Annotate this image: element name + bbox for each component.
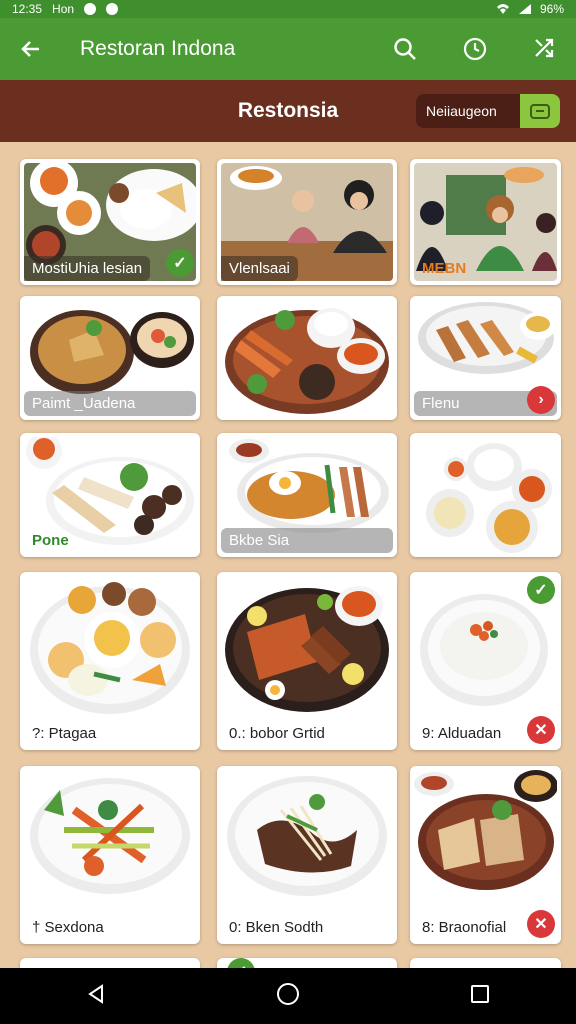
signal-icon xyxy=(518,4,531,14)
notification-icon xyxy=(106,3,119,15)
search-icon[interactable] xyxy=(390,34,420,64)
menu-card[interactable]: Vlenlsaai xyxy=(217,159,397,285)
app-bar: Restoran Indona xyxy=(0,18,576,80)
card-title: 9: Alduadan xyxy=(422,725,502,742)
menu-card[interactable]: ✓ xyxy=(217,958,397,968)
chevron-right-icon[interactable]: › xyxy=(527,386,555,414)
system-nav-bar xyxy=(0,968,576,1024)
menu-card[interactable]: 0.: bobor Grtid xyxy=(217,572,397,750)
menu-card[interactable]: MEBN xyxy=(410,159,561,285)
status-bar: 12:35 Hon 96% xyxy=(0,0,576,18)
menu-card[interactable]: Bkbe Sia xyxy=(217,433,397,557)
notification-icon xyxy=(84,3,97,15)
menu-card[interactable] xyxy=(20,958,200,968)
food-image xyxy=(221,300,393,416)
status-time: 12:35 xyxy=(12,2,43,16)
check-icon[interactable]: ✓ xyxy=(227,958,255,968)
menu-card[interactable]: † Sexdona xyxy=(20,766,200,944)
card-title: Paimt _Uadena xyxy=(24,391,196,416)
card-title: 0.: bobor Grtid xyxy=(229,725,325,742)
restaurant-banner: Restonsia Neiiaugeon xyxy=(0,80,576,142)
card-title: Pone xyxy=(32,532,69,549)
check-icon[interactable]: ✓ xyxy=(166,249,194,277)
language-toggle[interactable]: Neiiaugeon xyxy=(416,94,560,128)
back-arrow-icon[interactable] xyxy=(16,34,46,64)
status-carrier: Hon xyxy=(52,2,75,16)
battery-text: 96% xyxy=(539,2,564,16)
wifi-icon xyxy=(496,4,509,14)
close-icon[interactable]: ✕ xyxy=(527,910,555,938)
menu-card[interactable]: 0: Bken Sodth xyxy=(217,766,397,944)
card-title: 8: Braonofial xyxy=(422,919,507,936)
language-label: Neiiaugeon xyxy=(426,103,497,119)
shuffle-icon[interactable] xyxy=(530,34,560,64)
check-icon[interactable]: ✓ xyxy=(527,576,555,604)
recent-apps-icon[interactable] xyxy=(468,982,492,1011)
menu-card[interactable]: Paimt _Uadena xyxy=(20,296,200,420)
menu-card[interactable]: MostiUhia lesian ✓ xyxy=(20,159,200,285)
food-image xyxy=(414,437,557,553)
card-title: Vlenlsaai xyxy=(221,256,298,281)
menu-card[interactable]: Pone xyxy=(20,433,200,557)
leaf-icon xyxy=(520,94,560,128)
menu-card[interactable]: ?: Ptagaa xyxy=(20,572,200,750)
menu-card[interactable] xyxy=(410,433,561,557)
page-title: Restoran Indona xyxy=(80,37,236,60)
home-icon[interactable] xyxy=(275,981,301,1012)
card-title: Bkbe Sia xyxy=(221,528,393,553)
menu-card[interactable]: Flenu › xyxy=(410,296,561,420)
menu-card[interactable] xyxy=(217,296,397,420)
card-title: MEBN xyxy=(422,260,467,277)
brand-name: Restonsia xyxy=(237,99,339,122)
back-icon[interactable] xyxy=(84,982,108,1011)
menu-card[interactable] xyxy=(410,958,561,968)
close-icon[interactable]: ✕ xyxy=(527,716,555,744)
card-title: † Sexdona xyxy=(32,919,104,936)
menu-card[interactable]: 9: Alduadan ✓ ✕ xyxy=(410,572,561,750)
menu-grid: MostiUhia lesian ✓ Vlenlsaai MEBN Paimt … xyxy=(0,142,576,968)
card-title: ?: Ptagaa xyxy=(32,725,97,742)
card-title: 0: Bken Sodth xyxy=(229,919,324,936)
card-title: MostiUhia lesian xyxy=(24,256,151,281)
clock-icon[interactable] xyxy=(460,34,490,64)
menu-card[interactable]: 8: Braonofial ✕ xyxy=(410,766,561,944)
